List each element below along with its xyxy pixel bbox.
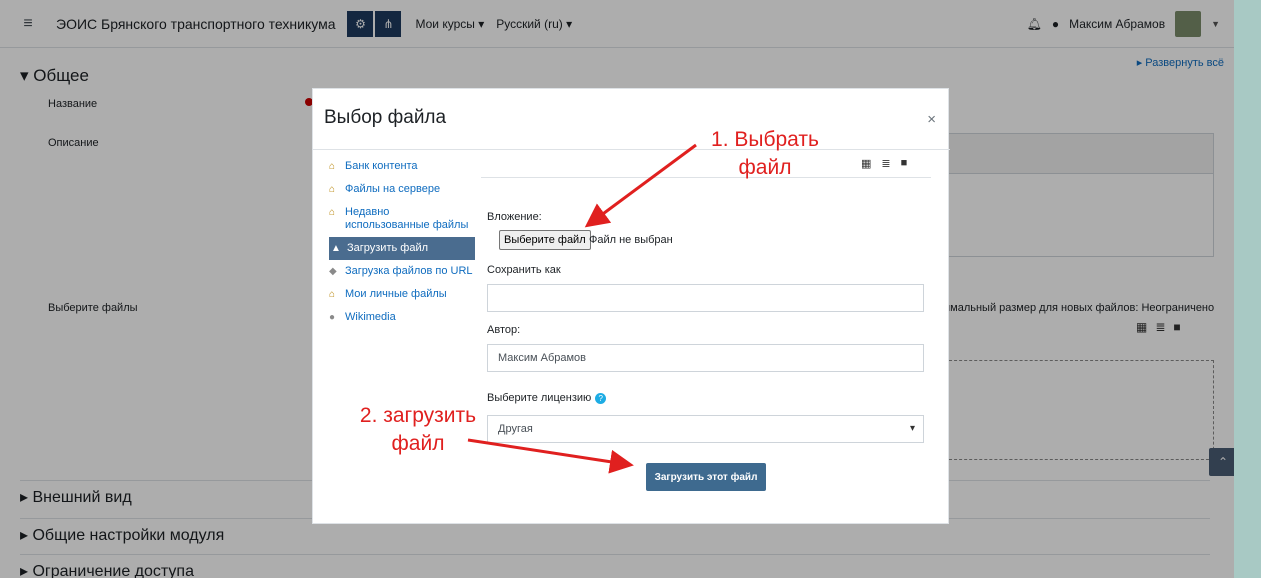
repo-upload-file[interactable]: ▲ Загрузить файл (329, 237, 475, 260)
repo-url-download[interactable]: ◆ Загрузка файлов по URL (329, 260, 475, 283)
moodle-hat-icon: ⌂ (329, 207, 336, 218)
url-icon: ◆ (329, 266, 337, 277)
license-select[interactable]: Другая ▾ (487, 415, 924, 443)
annotation-step1-line2: файл (738, 156, 792, 179)
choose-file-button[interactable]: Выберите файл (499, 230, 591, 250)
license-label: Выберите лицензию (487, 392, 592, 404)
folder-icon[interactable]: ■ (901, 157, 908, 170)
moodle-hat-icon: ⌂ (329, 161, 336, 172)
save-as-label: Сохранить как (487, 264, 561, 276)
attachment-label: Вложение: (487, 211, 542, 223)
annotation-step1-line1: 1. Выбрать (711, 128, 819, 151)
wikimedia-icon: ● (329, 312, 336, 323)
annotation-step2: 2. загрузить файл (338, 402, 498, 458)
license-label-row: Выберите лицензию? (487, 392, 607, 404)
author-input[interactable]: Максим Абрамов (487, 344, 924, 372)
upload-file-button[interactable]: Загрузить этот файл (646, 463, 766, 491)
dialog-divider (313, 149, 950, 150)
repo-private-files[interactable]: ⌂ Мои личные файлы (329, 283, 475, 306)
help-icon[interactable]: ? (595, 392, 607, 404)
file-picker-dialog: Выбор файла × ⌂ Банк контента ⌂ Файлы на… (312, 88, 950, 524)
repo-recent-files[interactable]: ⌂ Недавно использованные файлы (329, 201, 475, 237)
no-file-text: Файл не выбран (589, 234, 673, 246)
annotation-step2-line2: файл (391, 432, 445, 455)
annotation-step2-line1: 2. загрузить (359, 404, 477, 427)
repo-server-files[interactable]: ⌂ Файлы на сервере (329, 178, 475, 201)
license-value: Другая (498, 423, 533, 435)
grid-view-icon[interactable]: ▦ (861, 157, 871, 170)
upload-icon: ▲ (331, 243, 341, 254)
save-as-input[interactable] (487, 284, 924, 312)
repo-wikimedia[interactable]: ● Wikimedia (329, 306, 475, 329)
moodle-hat-icon: ⌂ (329, 289, 336, 300)
author-label: Автор: (487, 324, 521, 336)
chevron-down-icon: ▾ (909, 423, 915, 434)
close-icon[interactable]: × (927, 111, 936, 128)
right-drawer-strip (1234, 0, 1261, 578)
moodle-hat-icon: ⌂ (329, 184, 336, 195)
repo-content-bank[interactable]: ⌂ Банк контента (329, 155, 475, 178)
repository-list: ⌂ Банк контента ⌂ Файлы на сервере ⌂ Нед… (329, 155, 475, 329)
dialog-title: Выбор файла (324, 107, 447, 128)
annotation-step1: 1. Выбрать файл (690, 126, 840, 182)
list-view-icon[interactable]: ≣ (881, 157, 890, 170)
